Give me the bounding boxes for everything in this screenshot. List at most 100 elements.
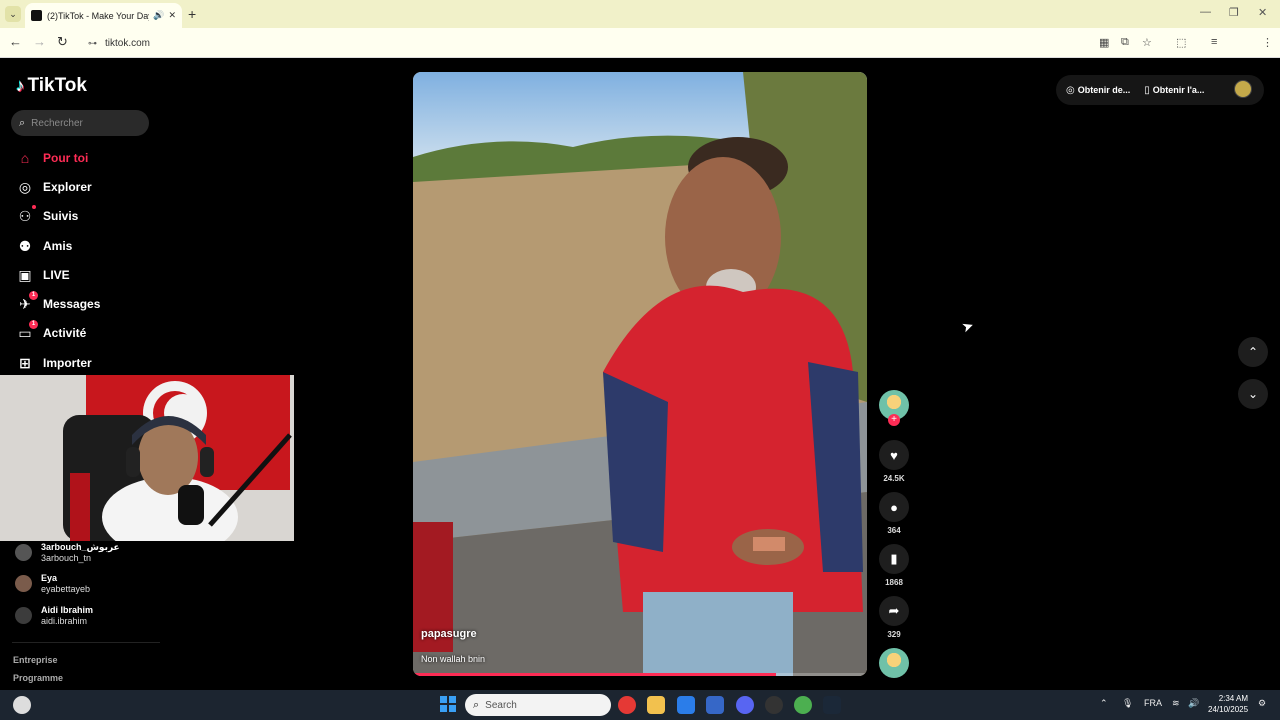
- video-player[interactable]: papasugre Non wallah bnin: [413, 72, 867, 676]
- share-count: 329: [887, 630, 901, 639]
- following-username: 3arbouch_tn: [41, 553, 92, 563]
- footer-link-entreprise[interactable]: Entreprise: [13, 655, 58, 665]
- messages-icon: ✈ 1: [16, 290, 38, 313]
- sidebar-item-suivis[interactable]: ⚇ Suivis: [16, 204, 79, 226]
- microphone-icon[interactable]: 🎙: [1122, 698, 1133, 709]
- sidebar-item-importer[interactable]: ⊞ Importer: [16, 353, 92, 373]
- tab-close-icon[interactable]: ✕: [168, 10, 176, 21]
- get-coins-button[interactable]: ◎ Obtenir de...: [1066, 85, 1130, 96]
- minimize-button[interactable]: —: [1200, 6, 1211, 18]
- tray-overflow-icon[interactable]: ⌃: [1100, 698, 1108, 709]
- address-bar[interactable]: ⊶ tiktok.com: [78, 32, 1123, 54]
- obs-icon[interactable]: [765, 696, 783, 714]
- video-progress-fill: [413, 673, 777, 676]
- install-app-icon[interactable]: ⧉: [1121, 36, 1129, 49]
- search-input[interactable]: ⌕ Rechercher: [11, 110, 149, 136]
- previous-video-button[interactable]: ⌃: [1238, 337, 1268, 367]
- clock[interactable]: 2:34 AM 24/10/2025: [1208, 693, 1248, 715]
- translate-icon[interactable]: ▦: [1099, 36, 1109, 49]
- save-count: 1868: [885, 578, 903, 587]
- get-bar: ◎ Obtenir de... ▯ Obtenir l'a...: [1056, 75, 1264, 105]
- sidebar-item-label: Suivis: [43, 209, 79, 223]
- clock-time: 2:34 AM: [1218, 694, 1249, 703]
- sidebar-item-amis[interactable]: ⚉ Amis: [16, 236, 73, 256]
- steam-icon[interactable]: [823, 696, 841, 714]
- creator-avatar-button[interactable]: +: [878, 390, 910, 426]
- bookmark-star-icon[interactable]: ☆: [1142, 36, 1152, 49]
- search-icon: ⌕: [19, 116, 26, 129]
- media-controls-icon[interactable]: ≡: [1211, 36, 1217, 48]
- wifi-icon[interactable]: ≋: [1172, 698, 1180, 709]
- share-button[interactable]: ➦ 329: [878, 596, 910, 639]
- sidebar-item-pour-toi[interactable]: ⌂ Pour toi: [16, 148, 89, 168]
- following-name: Aidi Ibrahim: [41, 605, 94, 615]
- browser-menu-icon[interactable]: ⋮: [1262, 36, 1273, 49]
- get-app-button[interactable]: ▯ Obtenir l'a...: [1144, 85, 1204, 96]
- sidebar-item-explorer[interactable]: ◎ Explorer: [16, 177, 92, 197]
- save-button[interactable]: ▮ 1868: [878, 544, 910, 587]
- sidebar-item-label: Pour toi: [43, 151, 89, 165]
- site-info-icon[interactable]: ⊶: [88, 38, 97, 49]
- tab-search-icon[interactable]: ⌄: [5, 6, 21, 22]
- webcam-image: [0, 375, 294, 541]
- video-author[interactable]: papasugre: [421, 628, 477, 640]
- browser-tab[interactable]: (2)TikTok - Make Your Day 🔊 ✕: [25, 3, 182, 28]
- music-disc-button[interactable]: [878, 648, 910, 678]
- start-button[interactable]: [440, 696, 456, 712]
- bookmark-icon: ▮: [879, 544, 909, 574]
- sidebar-item-live[interactable]: ▣ LIVE: [16, 265, 70, 285]
- notification-icon[interactable]: ⚙: [1258, 698, 1266, 709]
- sidebar-item-label: Activité: [43, 326, 87, 340]
- language-indicator[interactable]: FRA: [1144, 698, 1162, 708]
- windows-taskbar: ⌕ Search ⌃ 🎙 FRA ≋ 🔊 2:34 AM 24/10/2025 …: [0, 690, 1280, 720]
- video-frame: [413, 72, 867, 676]
- store-icon[interactable]: [677, 696, 695, 714]
- mouse-cursor-icon: ➤: [959, 316, 976, 336]
- clock-date: 24/10/2025: [1208, 705, 1249, 714]
- footer-link-programme[interactable]: Programme: [13, 673, 63, 683]
- compass-icon: ◎: [18, 178, 32, 195]
- like-button[interactable]: ♥ 24.5K: [878, 440, 910, 483]
- notification-badge: 1: [29, 290, 38, 300]
- get-app-label: Obtenir l'a...: [1152, 85, 1205, 95]
- music-disc-icon: [879, 648, 909, 678]
- back-button[interactable]: ←: [9, 34, 22, 49]
- chrome-icon[interactable]: [618, 696, 636, 714]
- video-progress-bar[interactable]: [413, 673, 867, 676]
- sidebar-item-activite[interactable]: ▭ 1 Activité: [16, 319, 87, 343]
- taskbar-search-input[interactable]: ⌕ Search: [465, 694, 611, 716]
- following-username: eyabettayeb: [41, 584, 91, 594]
- maximize-button[interactable]: ❐: [1229, 6, 1239, 19]
- volume-icon[interactable]: 🔊: [1188, 698, 1199, 709]
- new-tab-button[interactable]: +: [188, 6, 196, 22]
- sidebar-item-messages[interactable]: ✈ 1 Messages: [16, 290, 100, 314]
- following-item[interactable]: 3arbouch_عربوش 3arbouch_tn: [15, 542, 120, 564]
- user-avatar[interactable]: [1234, 80, 1252, 98]
- app-icon[interactable]: [706, 696, 724, 714]
- comment-button[interactable]: ● 364: [878, 492, 910, 535]
- speaker-icon[interactable]: 🔊: [153, 10, 164, 21]
- tiktok-note-icon: ♪: [16, 76, 25, 95]
- follow-plus-icon[interactable]: +: [888, 414, 900, 426]
- upload-icon: ⊞: [19, 354, 31, 371]
- coin-icon: ◎: [1066, 84, 1075, 96]
- webcam-overlay: [0, 375, 294, 541]
- following-item[interactable]: Aidi Ibrahim aidi.ibrahim: [15, 605, 93, 627]
- following-item[interactable]: Eya eyabettayeb: [15, 573, 90, 595]
- footer-divider: [12, 642, 160, 643]
- extensions-icon[interactable]: ⬚: [1176, 36, 1186, 49]
- tiktok-page: ♪ TikTok ⌕ Rechercher ⌂ Pour toi ◎ Explo…: [0, 58, 1280, 690]
- like-count: 24.5K: [883, 474, 905, 483]
- widgets-icon[interactable]: [13, 696, 31, 714]
- sidebar-item-label: Amis: [43, 239, 73, 253]
- next-video-button[interactable]: ⌄: [1238, 379, 1268, 409]
- video-caption: Non wallah bnin: [421, 654, 486, 664]
- window-close-button[interactable]: ✕: [1258, 6, 1267, 19]
- forward-button[interactable]: →: [33, 34, 46, 49]
- tiktok-logo[interactable]: ♪ TikTok: [16, 75, 87, 97]
- reload-button[interactable]: ↻: [57, 34, 68, 50]
- discord-icon[interactable]: [736, 696, 754, 714]
- file-explorer-icon[interactable]: [647, 696, 665, 714]
- sidebar-item-label: LIVE: [43, 268, 70, 282]
- chrome-active-icon[interactable]: [794, 696, 812, 714]
